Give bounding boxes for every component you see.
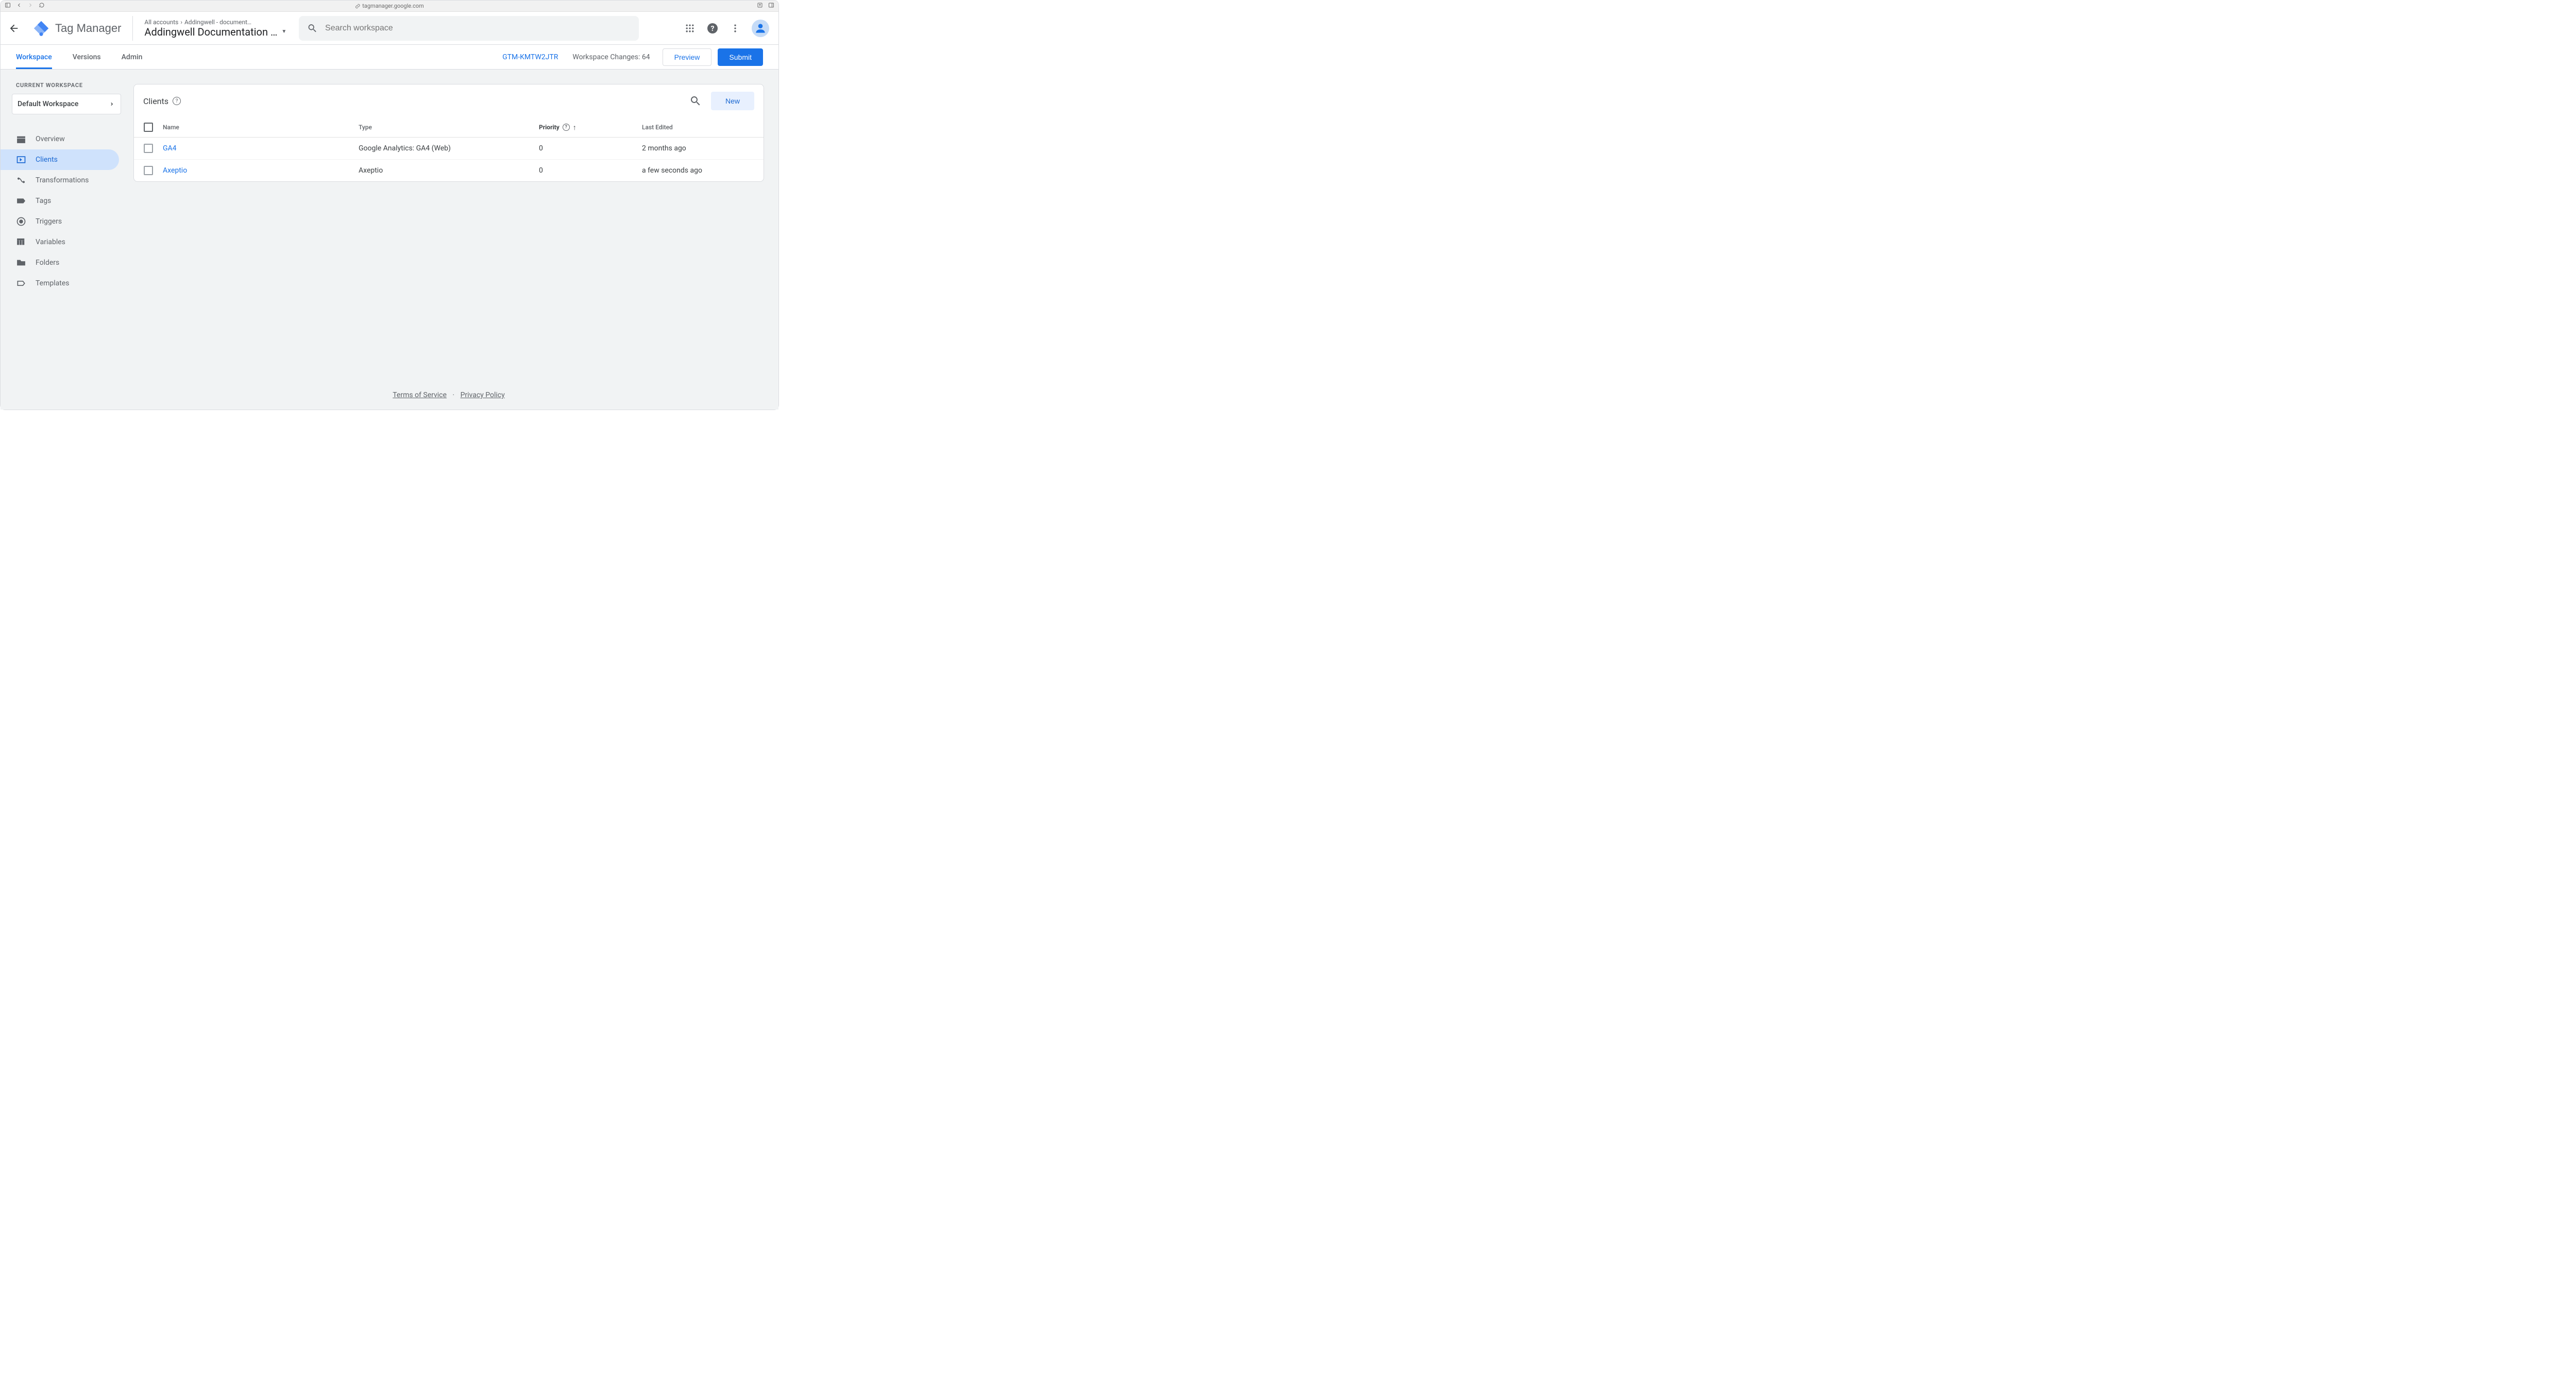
client-type: Axeptio (359, 160, 539, 182)
container-name: Addingwell Documentation … (144, 26, 277, 38)
triggers-icon (16, 216, 26, 227)
sidebar-item-label: Transformations (36, 176, 89, 184)
workspace-name: Default Workspace (18, 100, 78, 108)
breadcrumb-account: Addingwell - document… (184, 19, 251, 26)
row-checkbox[interactable] (144, 166, 153, 175)
product-logo-block[interactable]: Tag Manager (32, 16, 133, 41)
footer: Terms of Service · Privacy Policy (133, 381, 764, 410)
workspace-selector[interactable]: Default Workspace (12, 94, 121, 114)
app-header: Tag Manager All accounts › Addingwell - … (1, 12, 778, 45)
privacy-link[interactable]: Privacy Policy (461, 391, 505, 399)
search-icon (307, 23, 318, 34)
breadcrumb[interactable]: All accounts › Addingwell - document… (144, 19, 286, 26)
sidebar-item-folders[interactable]: Folders (1, 252, 119, 273)
gtm-logo-icon (32, 20, 50, 37)
table-row[interactable]: GA4 Google Analytics: GA4 (Web) 0 2 mont… (134, 138, 764, 160)
sidebar: CURRENT WORKSPACE Default Workspace Over… (1, 70, 133, 410)
tags-icon (16, 196, 26, 206)
preview-button[interactable]: Preview (663, 48, 712, 66)
variables-icon (16, 237, 26, 247)
column-header-type[interactable]: Type (359, 117, 539, 138)
help-circle-icon[interactable]: ? (563, 124, 570, 131)
browser-url: tagmanager.google.com (362, 3, 423, 9)
chevron-right-icon: › (180, 19, 182, 26)
clients-card: Clients ? New Name Type (133, 84, 764, 182)
svg-text:?: ? (711, 25, 715, 33)
container-dropdown-icon[interactable]: ▼ (281, 29, 286, 35)
row-checkbox[interactable] (144, 144, 153, 153)
search-bar[interactable] (299, 16, 639, 41)
browser-back-icon[interactable] (16, 2, 22, 10)
apps-icon[interactable] (684, 22, 696, 35)
sidebar-item-transformations[interactable]: Transformations (1, 170, 119, 191)
sidebar-item-variables[interactable]: Variables (1, 232, 119, 252)
column-header-priority[interactable]: Priority ? ↑ (539, 117, 642, 138)
sidebar-item-label: Variables (36, 238, 65, 246)
more-icon[interactable] (729, 22, 741, 35)
overview-icon (16, 134, 26, 144)
column-header-last-edited[interactable]: Last Edited (642, 117, 764, 138)
client-type: Google Analytics: GA4 (Web) (359, 138, 539, 160)
tab-workspace[interactable]: Workspace (16, 45, 52, 69)
folders-icon (16, 258, 26, 268)
sidebar-item-label: Overview (36, 135, 65, 143)
clients-icon (16, 155, 26, 165)
tabs-row: Workspace Versions Admin GTM-KMTW2JTR Wo… (1, 45, 778, 70)
chevron-right-icon (109, 100, 114, 108)
sidebar-item-triggers[interactable]: Triggers (1, 211, 119, 232)
browser-panel-icon[interactable] (768, 2, 774, 10)
search-input[interactable] (325, 24, 631, 33)
avatar[interactable] (752, 20, 769, 37)
templates-icon (16, 278, 26, 288)
help-icon[interactable]: ? (706, 22, 719, 35)
transformations-icon (16, 175, 26, 185)
browser-reload-icon[interactable] (39, 2, 45, 10)
product-name: Tag Manager (55, 22, 121, 35)
tab-admin[interactable]: Admin (122, 45, 143, 69)
browser-chrome: tagmanager.google.com (1, 1, 778, 12)
sidebar-item-overview[interactable]: Overview (1, 129, 119, 149)
table-row[interactable]: Axeptio Axeptio 0 a few seconds ago (134, 160, 764, 182)
sidebar-item-label: Triggers (36, 217, 62, 226)
clients-table: Name Type Priority ? ↑ Last Edited (134, 117, 764, 181)
submit-button[interactable]: Submit (718, 48, 763, 66)
card-title: Clients (143, 96, 168, 106)
back-button[interactable] (8, 22, 20, 35)
new-button[interactable]: New (711, 92, 754, 110)
column-header-name[interactable]: Name (163, 117, 359, 138)
workspace-changes[interactable]: Workspace Changes: 64 (572, 53, 650, 61)
sidebar-item-clients[interactable]: Clients (1, 149, 119, 170)
sidebar-item-tags[interactable]: Tags (1, 191, 119, 211)
sidebar-item-label: Tags (36, 197, 51, 205)
browser-forward-icon (27, 2, 33, 10)
sidebar-item-templates[interactable]: Templates (1, 273, 119, 294)
client-priority: 0 (539, 138, 642, 160)
client-last-edited: 2 months ago (642, 138, 764, 160)
sidebar-toggle-icon[interactable] (5, 2, 11, 10)
sidebar-item-label: Folders (36, 259, 59, 267)
card-search-icon[interactable] (689, 95, 702, 107)
help-circle-icon[interactable]: ? (173, 97, 181, 105)
current-workspace-label: CURRENT WORKSPACE (1, 82, 133, 89)
sidebar-item-label: Templates (36, 279, 70, 287)
client-last-edited: a few seconds ago (642, 160, 764, 182)
client-name-link[interactable]: GA4 (163, 144, 177, 152)
container-id[interactable]: GTM-KMTW2JTR (502, 53, 558, 61)
tab-versions[interactable]: Versions (73, 45, 101, 69)
select-all-checkbox[interactable] (144, 123, 153, 132)
sort-arrow-up-icon: ↑ (573, 123, 577, 132)
terms-link[interactable]: Terms of Service (393, 391, 447, 399)
breadcrumb-root: All accounts (144, 19, 178, 26)
client-name-link[interactable]: Axeptio (163, 166, 187, 175)
sidebar-item-label: Clients (36, 156, 58, 164)
link-icon (355, 4, 360, 9)
client-priority: 0 (539, 160, 642, 182)
browser-share-icon[interactable] (757, 2, 763, 10)
